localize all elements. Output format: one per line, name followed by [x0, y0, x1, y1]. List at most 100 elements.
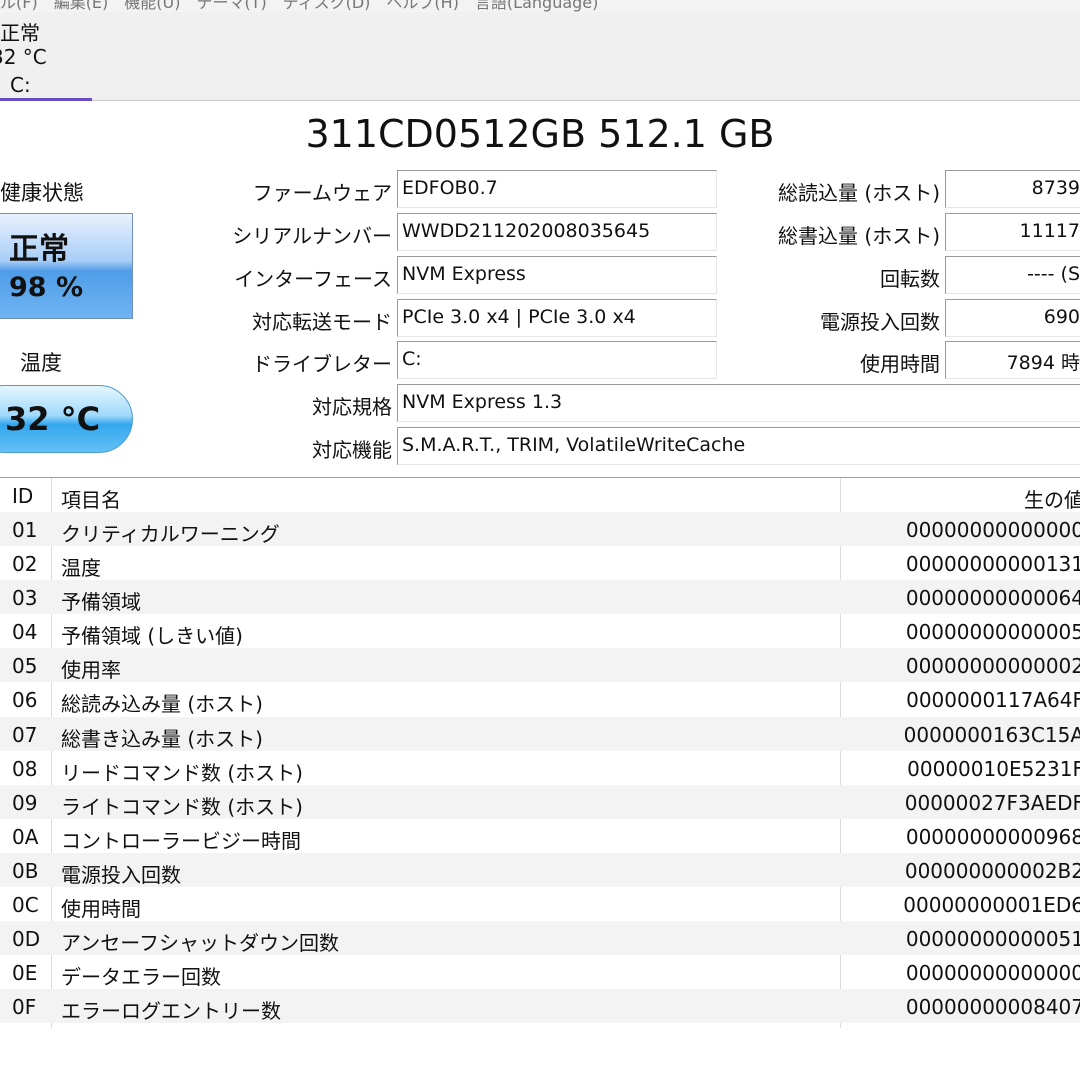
row-name: 予備領域 (しきい値): [61, 624, 243, 649]
row-raw-value: 00000027F3AEDF: [904, 790, 1080, 815]
row-id: 0B: [12, 858, 39, 883]
row-id: 0D: [12, 927, 41, 952]
row-id: 07: [12, 722, 38, 747]
row-raw-value: 00000000000005: [905, 620, 1080, 645]
drive-title: 311CD0512GB 512.1 GB: [305, 112, 775, 156]
table-row[interactable]: 07 総書き込み量 (ホスト) 0000000163C15A: [0, 716, 1080, 751]
row-name: アンセーフシャットダウン回数: [61, 931, 339, 956]
health-percent: 98 %: [9, 272, 84, 303]
drive-letter-label: ドライブレター: [252, 352, 392, 376]
row-raw-value: 00000000000131: [905, 552, 1080, 577]
table-row[interactable]: 03 予備領域 00000000000064: [0, 580, 1080, 615]
row-raw-value: 00000000000968: [905, 824, 1080, 849]
row-raw-value: 00000000000064: [905, 586, 1080, 611]
header-id[interactable]: ID: [12, 484, 33, 508]
health-status: 正常: [9, 232, 69, 267]
row-id: 09: [12, 790, 38, 815]
row-name: 温度: [61, 556, 101, 581]
row-id: 03: [12, 586, 38, 611]
table-row[interactable]: 0C 使用時間 00000000001ED6: [0, 887, 1080, 921]
features-field: S.M.A.R.T., TRIM, VolatileWriteCache: [397, 427, 1080, 465]
host-reads-label: 総読込量 (ホスト): [778, 181, 940, 205]
interface-label: インターフェース: [234, 267, 392, 291]
table-row[interactable]: 01 クリティカルワーニング 00000000000000: [0, 512, 1080, 547]
firmware-label: ファームウェア: [252, 181, 392, 205]
row-raw-value: 00000000001ED6: [903, 893, 1080, 918]
smart-table[interactable]: ID 項目名 生の値 01 クリティカルワーニング 00000000000000 0…: [0, 477, 1080, 1028]
row-id: 04: [12, 620, 38, 645]
transfer-mode-label: 対応転送モード: [252, 310, 392, 334]
table-row[interactable]: 0E データエラー回数 00000000000000: [0, 955, 1080, 989]
power-on-hours-label: 使用時間: [860, 352, 940, 376]
row-raw-value: 00000000000000: [905, 518, 1080, 542]
table-row[interactable]: 06 総読み込み量 (ホスト) 0000000117A64F: [0, 682, 1080, 716]
standard-label: 対応規格: [312, 395, 392, 419]
drive-tab-c[interactable]: 正常 32 °C C:: [0, 12, 92, 101]
table-row[interactable]: 0F エラーログエントリー数 00000000008407: [0, 989, 1080, 1024]
temperature-value: 32 °C: [5, 400, 101, 438]
table-row[interactable]: 05 使用率 00000000000002: [0, 648, 1080, 683]
drive-tab-temperature: 32 °C: [0, 45, 47, 69]
row-id: 0C: [12, 893, 39, 918]
rotation-label: 回転数: [880, 267, 940, 291]
host-reads-field: 8739: [945, 170, 1080, 208]
header-name[interactable]: 項目名: [61, 484, 121, 513]
row-raw-value: 0000000163C15A: [903, 722, 1080, 747]
row-name: 電源投入回数: [61, 862, 181, 887]
row-name: エラーログエントリー数: [61, 999, 281, 1024]
menu-items[interactable]: ル(F) 編集(E) 機能(U) テーマ(T) ディスク(D) ヘルプ(H) 言…: [0, 0, 598, 12]
row-name: ライトコマンド数 (ホスト): [61, 794, 303, 819]
table-row[interactable]: 0D アンセーフシャットダウン回数 00000000000051: [0, 921, 1080, 956]
host-writes-label: 総書込量 (ホスト): [778, 224, 940, 248]
row-raw-value: 00000000000002: [905, 654, 1080, 679]
power-on-count-label: 電源投入回数: [820, 310, 940, 334]
row-id: 0E: [12, 961, 38, 986]
table-row[interactable]: 02 温度 00000000000131: [0, 546, 1080, 580]
row-id: 05: [12, 654, 38, 679]
drive-letter-field: C:: [397, 341, 717, 379]
power-on-count-field: 690: [945, 299, 1080, 337]
serial-field: WWDD211202008035645: [397, 213, 717, 251]
health-status-box[interactable]: 正常 98 %: [0, 213, 133, 319]
drive-tab-status: 正常: [0, 21, 40, 45]
row-name: リードコマンド数 (ホスト): [61, 760, 303, 785]
row-raw-value: 0000000117A64F: [906, 688, 1080, 713]
table-row[interactable]: 0B 電源投入回数 000000000002B2: [0, 852, 1080, 888]
power-on-hours-field: 7894 時: [945, 341, 1080, 379]
header-raw-value[interactable]: 生の値: [1024, 484, 1080, 513]
row-id: 0F: [12, 995, 37, 1020]
row-id: 0A: [12, 824, 39, 849]
row-raw-value: 000000000002B2: [904, 858, 1080, 883]
drive-selector-bar: 正常 32 °C C:: [0, 12, 1080, 101]
row-name: データエラー回数: [61, 965, 221, 990]
table-row[interactable]: 09 ライトコマンド数 (ホスト) 00000027F3AEDF: [0, 784, 1080, 819]
table-row[interactable]: 08 リードコマンド数 (ホスト) 00000010E5231F: [0, 751, 1080, 785]
rotation-field: ---- (S: [945, 256, 1080, 294]
row-name: 使用時間: [61, 897, 141, 922]
row-raw-value: 00000010E5231F: [907, 756, 1080, 781]
row-name: コントローラービジー時間: [61, 828, 301, 853]
row-id: 06: [12, 688, 38, 713]
table-row[interactable]: 04 予備領域 (しきい値) 00000000000005: [0, 614, 1080, 648]
standard-field: NVM Express 1.3: [397, 384, 1080, 422]
row-id: 08: [12, 756, 38, 781]
row-name: 総読み込み量 (ホスト): [61, 692, 263, 717]
features-label: 対応機能: [312, 438, 392, 462]
firmware-field: EDFOB0.7: [397, 170, 717, 208]
row-raw-value: 00000000000000: [905, 961, 1080, 986]
menu-bar[interactable]: ル(F) 編集(E) 機能(U) テーマ(T) ディスク(D) ヘルプ(H) 言…: [0, 0, 1080, 12]
health-label: 健康状態: [0, 181, 84, 205]
table-row[interactable]: 0A コントローラービジー時間 00000000000968: [0, 819, 1080, 853]
row-id: 01: [12, 518, 38, 542]
row-name: 総書き込み量 (ホスト): [61, 726, 263, 751]
row-raw-value: 00000000008407: [905, 995, 1080, 1020]
temperature-box[interactable]: 32 °C: [0, 385, 133, 453]
row-name: 使用率: [61, 658, 121, 683]
row-name: 予備領域: [61, 590, 141, 615]
row-name: クリティカルワーニング: [61, 522, 280, 546]
row-id: 02: [12, 552, 38, 577]
serial-label: シリアルナンバー: [232, 224, 392, 248]
host-writes-field: 11117: [945, 213, 1080, 251]
table-header: ID 項目名 生の値: [0, 478, 1080, 512]
drive-tab-letter: C:: [10, 73, 31, 97]
